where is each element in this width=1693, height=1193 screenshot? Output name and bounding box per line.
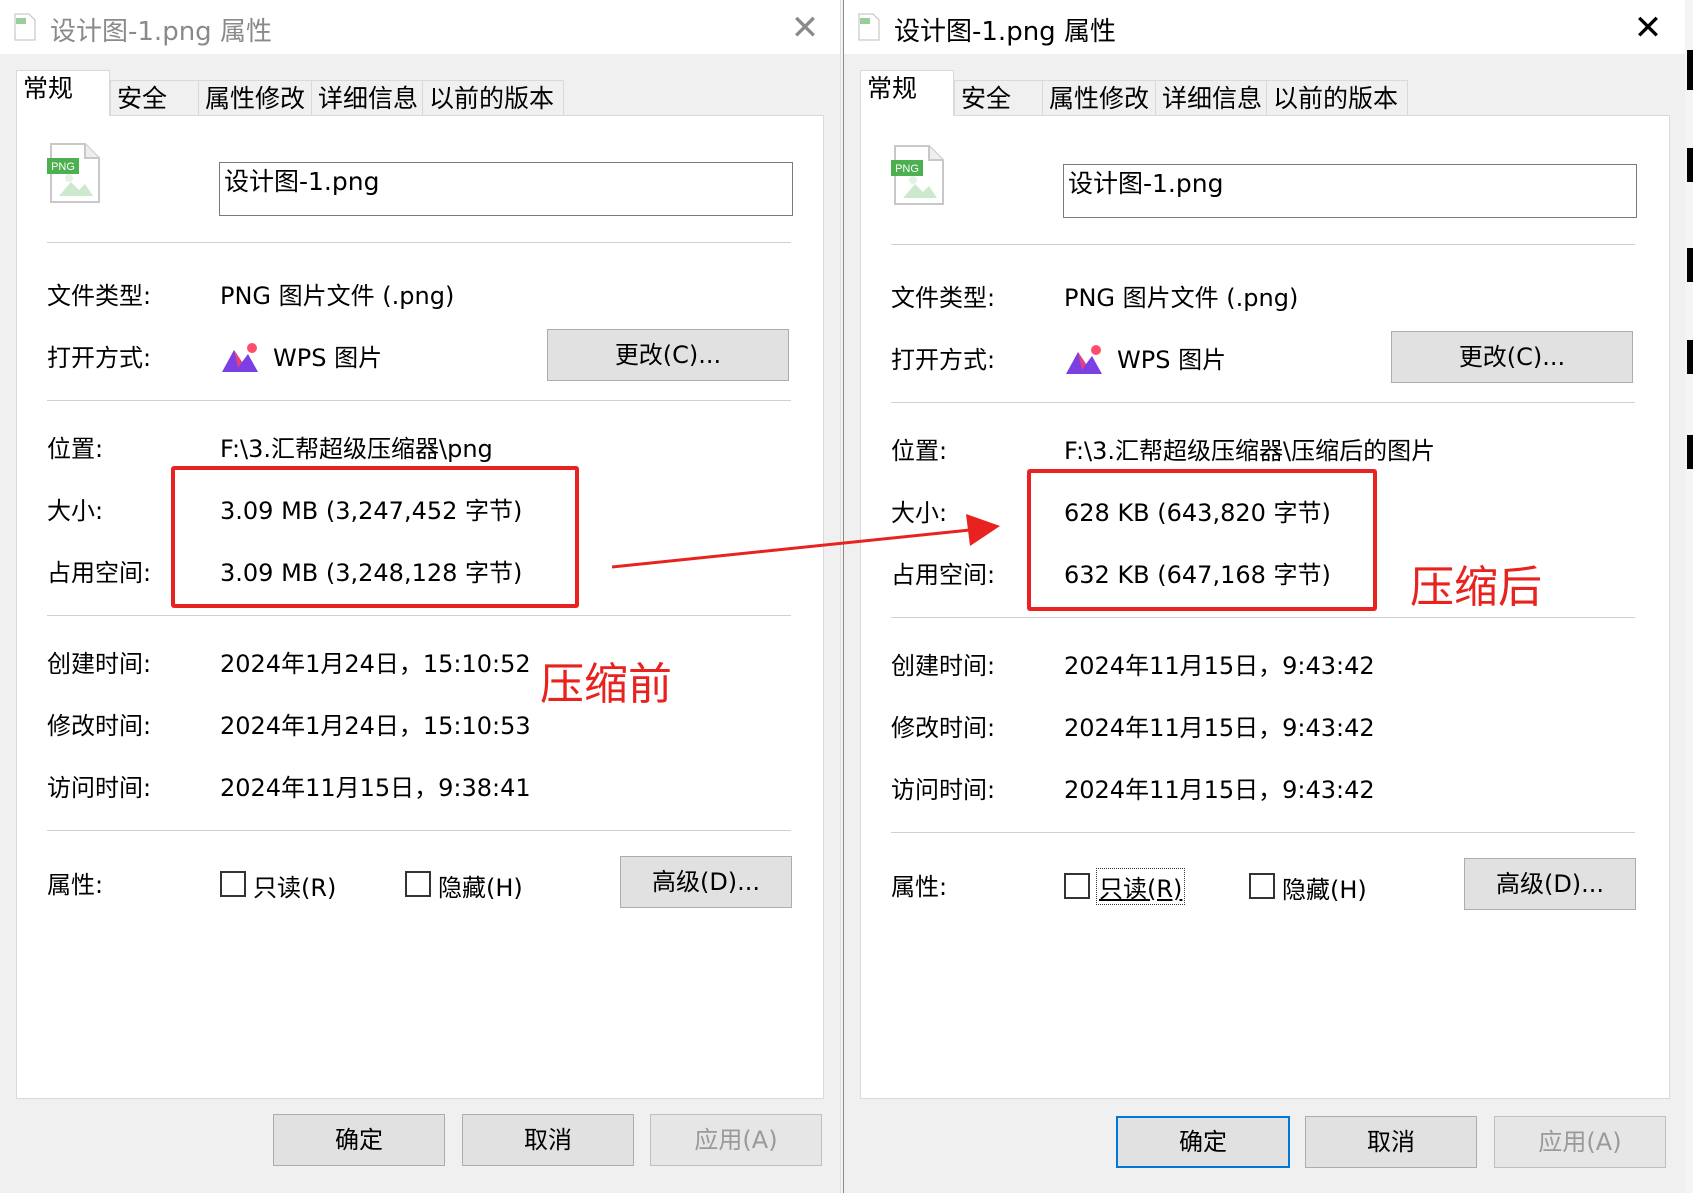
hidden-checkbox[interactable] [1249,873,1275,899]
tab-security[interactable]: 安全 [110,80,200,117]
label-open-with: 打开方式: [891,346,996,374]
advanced-button[interactable]: 高级(D)... [1464,858,1636,910]
label-file-type: 文件类型: [891,284,996,312]
label-size-on-disk: 占用空间: [47,559,152,587]
tab-attribute-edit[interactable]: 属性修改 [198,80,314,117]
cancel-button[interactable]: 取消 [1305,1116,1477,1168]
value-open-with: WPS 图片 [273,344,383,372]
value-file-type: PNG 图片文件 (.png) [1064,284,1299,312]
value-modified: 2024年1月24日，15:10:53 [220,712,531,740]
value-accessed: 2024年11月15日，9:43:42 [1064,776,1375,804]
separator [891,402,1635,403]
label-size-on-disk: 占用空间: [891,561,996,589]
label-attributes: 属性: [47,871,104,899]
highlight-box-after [1027,469,1377,611]
png-file-icon [14,13,36,41]
separator [47,830,791,831]
edge-mark [1687,340,1693,374]
value-accessed: 2024年11月15日，9:38:41 [220,774,531,802]
value-created: 2024年1月24日，15:10:52 [220,650,531,678]
svg-text:PNG: PNG [51,161,75,173]
separator [891,244,1635,245]
edge-mark [1687,248,1693,282]
label-modified: 修改时间: [891,714,996,742]
file-name-input[interactable]: 设计图-1.png [219,162,793,216]
label-accessed: 访问时间: [891,776,996,804]
svg-text:PNG: PNG [895,163,919,175]
value-location: F:\3.汇帮超级压缩器\压缩后的图片 [1064,437,1436,465]
label-created: 创建时间: [47,650,152,678]
hidden-label[interactable]: 隐藏(H) [1282,870,1367,905]
value-location: F:\3.汇帮超级压缩器\png [220,435,493,463]
tab-general[interactable]: 常规 [860,70,954,116]
value-open-with: WPS 图片 [1117,346,1227,374]
label-open-with: 打开方式: [47,344,152,372]
close-button[interactable]: ✕ [785,8,825,48]
hidden-checkbox[interactable] [405,871,431,897]
readonly-label[interactable]: 只读(R) [253,868,336,903]
separator [891,832,1635,833]
readonly-checkbox[interactable] [220,871,246,897]
label-created: 创建时间: [891,652,996,680]
label-size: 大小: [47,497,104,525]
edge-mark [1687,148,1693,182]
tab-details[interactable]: 详细信息 [1155,80,1271,117]
hidden-label[interactable]: 隐藏(H) [438,868,523,903]
tab-attribute-edit[interactable]: 属性修改 [1042,80,1158,117]
annotation-before: 压缩前 [540,659,672,710]
value-file-type: PNG 图片文件 (.png) [220,282,455,310]
file-name-input[interactable]: 设计图-1.png [1063,164,1637,218]
edge-mark [1687,50,1693,90]
highlight-box-before [171,466,579,608]
tab-previous-versions[interactable]: 以前的版本 [1266,80,1408,117]
label-modified: 修改时间: [47,712,152,740]
edge-mark [1687,435,1693,469]
label-size: 大小: [891,499,948,527]
separator [47,242,791,243]
png-file-icon: PNG [47,143,100,203]
png-file-icon [858,13,880,41]
label-file-type: 文件类型: [47,282,152,310]
tab-previous-versions[interactable]: 以前的版本 [422,80,564,117]
advanced-button[interactable]: 高级(D)... [620,856,792,908]
separator [47,615,791,616]
tab-general[interactable]: 常规 [16,70,110,116]
separator [47,400,791,401]
dialog-title: 设计图-1.png 属性 [894,17,1116,47]
separator [891,617,1635,618]
wps-picture-icon [1066,345,1102,374]
title-bar: 设计图-1.png 属性 ✕ [844,0,1690,54]
ok-button[interactable]: 确定 [273,1114,445,1166]
apply-button[interactable]: 应用(A) [1494,1116,1666,1168]
dialog-title: 设计图-1.png 属性 [50,17,272,47]
change-button[interactable]: 更改(C)... [1391,331,1633,383]
label-accessed: 访问时间: [47,774,152,802]
change-button[interactable]: 更改(C)... [547,329,789,381]
value-created: 2024年11月15日，9:43:42 [1064,652,1375,680]
label-attributes: 属性: [891,873,948,901]
tab-security[interactable]: 安全 [954,80,1044,117]
label-location: 位置: [47,435,104,463]
label-location: 位置: [891,437,948,465]
wps-picture-icon [222,343,258,372]
value-modified: 2024年11月15日，9:43:42 [1064,714,1375,742]
readonly-label[interactable]: 只读(R) [1096,868,1186,905]
ok-button[interactable]: 确定 [1116,1116,1290,1168]
close-button[interactable]: ✕ [1628,8,1668,48]
tab-details[interactable]: 详细信息 [311,80,427,117]
readonly-checkbox[interactable] [1064,873,1090,899]
title-bar: 设计图-1.png 属性 ✕ [0,0,840,54]
annotation-after: 压缩后 [1410,562,1542,613]
apply-button[interactable]: 应用(A) [650,1114,822,1166]
cancel-button[interactable]: 取消 [462,1114,634,1166]
png-file-icon: PNG [891,145,944,205]
